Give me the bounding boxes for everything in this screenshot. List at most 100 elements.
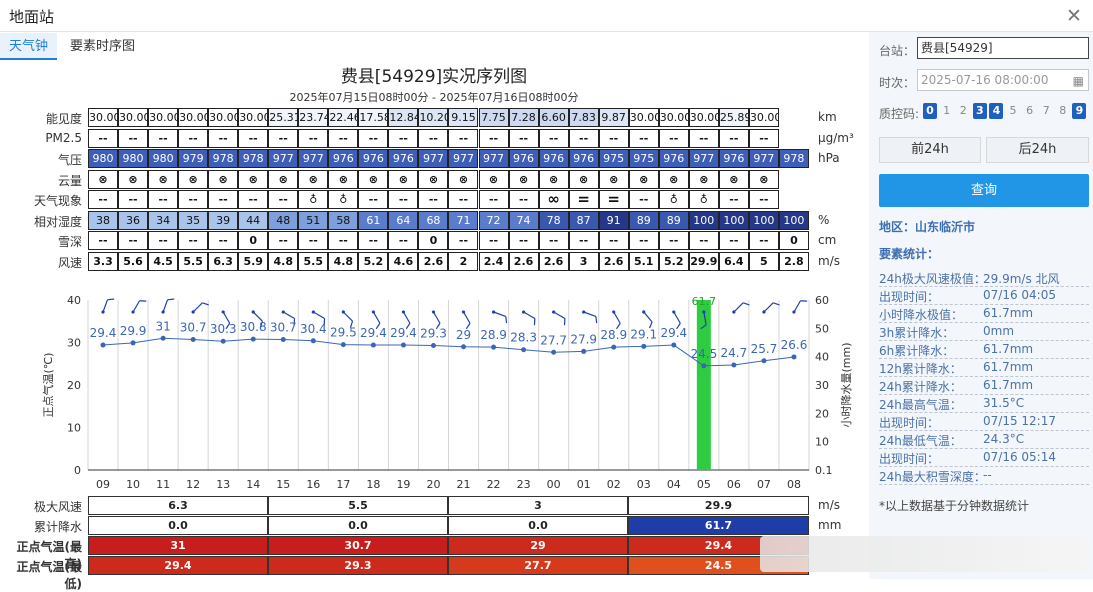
- qc-code-toggle[interactable]: 8: [1056, 103, 1070, 119]
- data-cell: ⊗: [718, 169, 749, 189]
- data-cell: 976: [328, 149, 359, 168]
- qc-code-toggle[interactable]: 6: [1023, 103, 1037, 119]
- qc-code-toggle[interactable]: 1: [940, 103, 954, 119]
- row-label: 云量: [57, 173, 82, 188]
- wind-barb: [161, 298, 175, 314]
- query-button[interactable]: 查询: [879, 174, 1089, 207]
- data-cell: --: [88, 231, 118, 250]
- y-right-tick-label: 50: [815, 322, 829, 335]
- stats-row: 24h最大积雪深度： --: [879, 467, 1089, 485]
- qc-code-toggle[interactable]: 7: [1039, 103, 1053, 119]
- next-24h-button[interactable]: 后24h: [986, 137, 1089, 163]
- time-input[interactable]: 2025-07-16 08:00:00 ▦: [917, 69, 1089, 91]
- data-cell: --: [598, 128, 629, 148]
- data-cell: 6.4: [718, 251, 749, 271]
- data-cell: --: [148, 231, 179, 250]
- precip-data-label: 61.7: [692, 295, 717, 308]
- data-cell: 2.4: [478, 251, 509, 271]
- data-cell: 25.89: [718, 108, 749, 127]
- summary-cell: 61.7: [628, 516, 809, 535]
- qc-code-toggle[interactable]: 3: [972, 103, 987, 119]
- stats-key: 小时降水极值：: [879, 308, 964, 322]
- data-cell: 30.00: [748, 108, 779, 127]
- data-cell: 4.8: [268, 251, 299, 271]
- data-cell: 980: [118, 149, 149, 168]
- temperature-point: [581, 348, 587, 354]
- y-left-axis-label: 正点气温(℃): [41, 353, 55, 418]
- qc-code-toggle[interactable]: 2: [956, 103, 970, 119]
- tab-time-series[interactable]: 要素时序图: [61, 33, 144, 60]
- data-cell: --: [508, 231, 539, 250]
- data-cell: ⊗: [88, 169, 118, 189]
- stats-row: 24h累计降水： 61.7mm: [879, 377, 1089, 395]
- wind-barb: [101, 298, 115, 314]
- row-unit: μg/m³: [818, 130, 854, 145]
- data-cell: --: [118, 231, 149, 250]
- data-cell: ⊗: [568, 169, 599, 189]
- data-cell: 978: [238, 149, 269, 168]
- prev-24h-button[interactable]: 前24h: [879, 137, 981, 163]
- data-cell: --: [178, 190, 209, 209]
- data-cell: 7.28: [508, 108, 539, 127]
- stats-value: 61.7mm: [983, 378, 1034, 392]
- station-input[interactable]: 费县[54929]: [917, 37, 1089, 59]
- summary-cell: 31: [88, 536, 268, 555]
- data-cell: --: [508, 128, 539, 148]
- temperature-data-label: 26.6: [781, 338, 808, 352]
- temperature-data-label: 30.4: [300, 322, 327, 336]
- stats-row: 出现时间： 07/15 12:17: [879, 413, 1089, 431]
- data-cell: --: [568, 128, 599, 148]
- station-dialog: 地面站 ✕ 天气钟 要素时序图 费县[54929]实况序列图 2025年07月1…: [0, 0, 1093, 591]
- row-label: 气压: [57, 153, 82, 167]
- data-cell: ⊗: [208, 169, 239, 189]
- data-cell: --: [418, 128, 449, 148]
- y-left-tick-label: 20: [67, 379, 81, 392]
- temperature-point: [611, 344, 617, 350]
- tab-weather-clock[interactable]: 天气钟: [0, 33, 58, 60]
- precip-bar: [696, 300, 711, 470]
- qc-code-toggle[interactable]: 0: [923, 103, 937, 119]
- temperature-data-label: 28.3: [510, 331, 537, 345]
- data-cell: 977: [268, 149, 299, 168]
- qc-code-toggle[interactable]: 9: [1072, 103, 1087, 119]
- qc-label: 质控码:: [879, 107, 920, 121]
- qc-code-toggle[interactable]: 4: [989, 103, 1004, 119]
- data-cell: ♁: [298, 190, 329, 209]
- y-right-tick-label: 40: [815, 351, 829, 364]
- data-cell: 976: [508, 149, 539, 168]
- data-cell: 2: [448, 251, 479, 271]
- stats-value: 24.3°C: [983, 432, 1025, 446]
- data-cell: ⊗: [748, 169, 779, 189]
- data-cell: 30.00: [148, 108, 179, 127]
- data-cell: --: [298, 128, 329, 148]
- stats-value: 0mm: [983, 324, 1015, 338]
- temperature-point: [310, 338, 316, 344]
- x-tick-label: 22: [487, 478, 501, 491]
- data-cell: ⊗: [628, 169, 659, 189]
- data-cell: 89: [628, 210, 659, 230]
- temperature-point: [160, 335, 166, 341]
- close-icon[interactable]: ✕: [1066, 5, 1082, 27]
- data-cell: --: [658, 128, 689, 148]
- data-cell: ⊗: [508, 169, 539, 189]
- data-cell: 2.6: [418, 251, 449, 271]
- data-cell: --: [358, 190, 389, 209]
- temperature-point: [280, 337, 286, 343]
- summary-cell: 0.0: [88, 516, 268, 535]
- row-label: PM2.5: [45, 130, 82, 145]
- temperature-point: [701, 363, 707, 369]
- temperature-point: [400, 342, 406, 348]
- data-cell: --: [688, 128, 719, 148]
- data-cell: --: [748, 128, 779, 148]
- data-cell: ⊗: [478, 169, 509, 189]
- summary-cell: 0.0: [268, 516, 448, 535]
- data-cell: 977: [298, 149, 329, 168]
- data-cell: --: [268, 231, 299, 250]
- data-cell: ⊗: [388, 169, 419, 189]
- qc-code-toggle[interactable]: 5: [1006, 103, 1020, 119]
- data-cell: 976: [658, 149, 689, 168]
- data-cell: 100: [688, 210, 719, 230]
- calendar-icon[interactable]: ▦: [1073, 71, 1084, 91]
- data-cell: 100: [778, 210, 809, 230]
- data-cell: 51: [298, 210, 329, 230]
